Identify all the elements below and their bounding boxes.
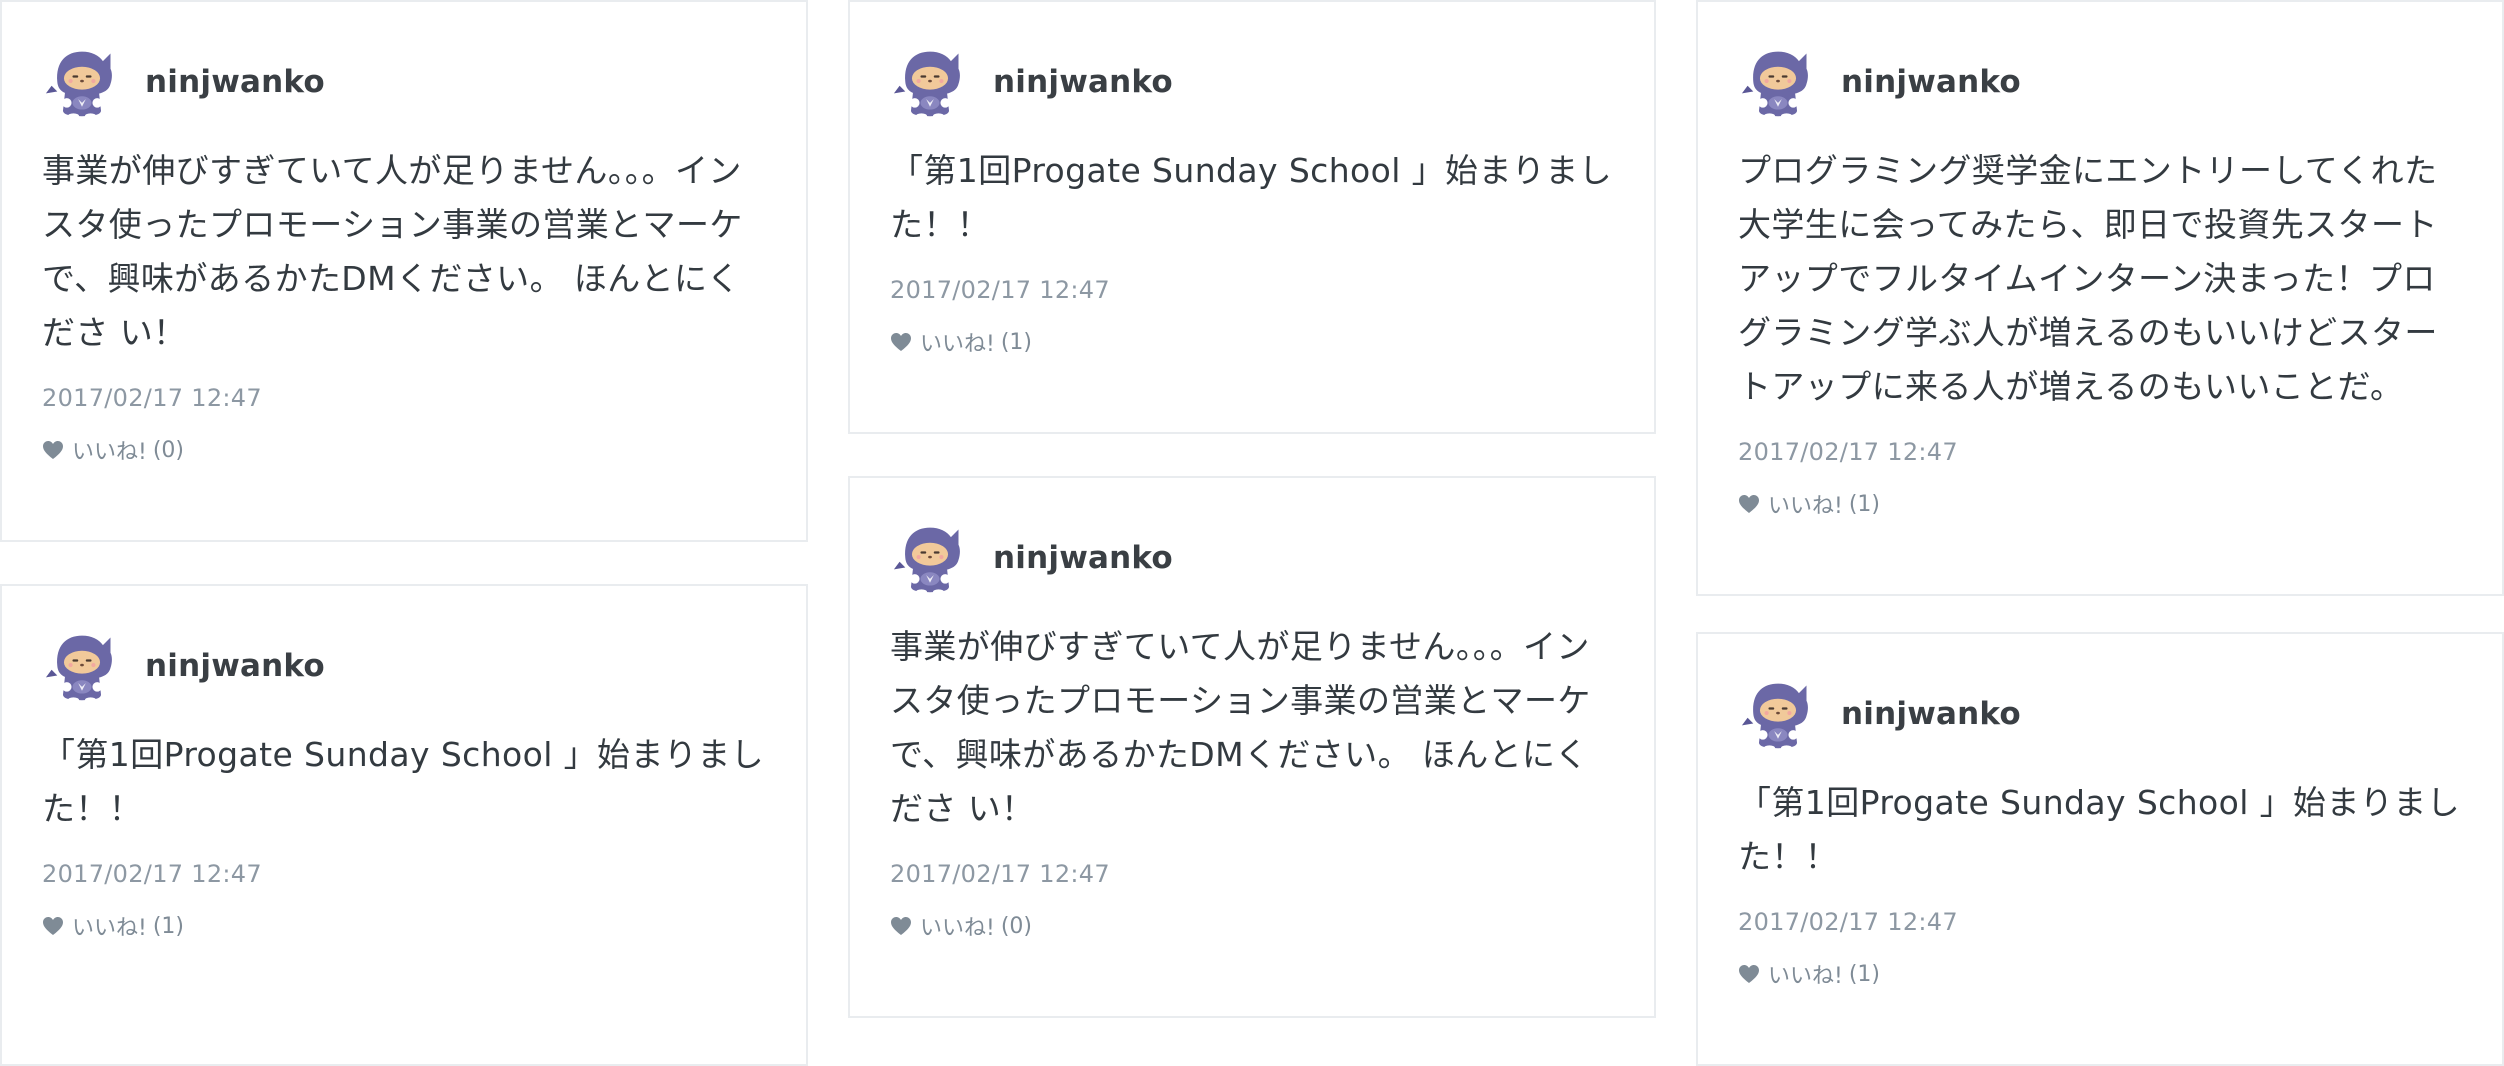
like-button[interactable]: いいね! (0) [890, 910, 1614, 942]
ninja-dog-avatar-icon[interactable] [44, 44, 120, 120]
post-timestamp: 2017/02/17 12:47 [42, 384, 262, 412]
post-header: ninjwanko [1740, 40, 2462, 124]
post-header: ninjwanko [892, 40, 1614, 124]
like-label: いいね! [920, 916, 995, 941]
post-card: ninjwanko 「第1回Progate Sunday School 」始まり… [0, 584, 808, 1066]
ninja-dog-avatar-icon[interactable] [1740, 44, 1816, 120]
ninja-dog-avatar-icon[interactable] [1740, 676, 1816, 752]
post-timestamp: 2017/02/17 12:47 [42, 860, 262, 888]
post-card: ninjwanko 「第1回Progate Sunday School 」始まり… [848, 0, 1656, 434]
post-header: ninjwanko [44, 40, 766, 124]
like-count: (1) [1848, 491, 1880, 517]
username-link[interactable]: ninjwanko [993, 64, 1173, 100]
like-button[interactable]: いいね! (1) [890, 326, 1614, 358]
like-label: いいね! [72, 916, 147, 941]
post-text: 事業が伸びすぎていて人が足りません。。。インスタ使ったプロモーション事業の営業と… [890, 627, 1591, 828]
like-button[interactable]: いいね! (1) [1738, 958, 2462, 990]
post-card: ninjwanko プログラミング奨学金にエントリーしてくれた大学生に会ってみた… [1696, 0, 2504, 596]
like-label: いいね! [1768, 494, 1843, 519]
heart-icon [890, 332, 912, 352]
post-text: プログラミング奨学金にエントリーしてくれた大学生に会ってみたら、即日で投資先スタ… [1738, 151, 2438, 406]
post-text: 「第1回Progate Sunday School 」始まりました！！ [42, 735, 765, 828]
post-header: ninjwanko [892, 516, 1614, 600]
ninja-dog-avatar-icon[interactable] [892, 520, 968, 596]
post-timestamp: 2017/02/17 12:47 [890, 276, 1110, 304]
post-header: ninjwanko [1740, 672, 2462, 756]
like-label: いいね! [1768, 964, 1843, 989]
heart-icon [1738, 964, 1760, 984]
like-count: (0) [152, 437, 184, 463]
username-link[interactable]: ninjwanko [145, 64, 325, 100]
like-count: (1) [1000, 329, 1032, 355]
ninja-dog-avatar-icon[interactable] [892, 44, 968, 120]
heart-icon [890, 916, 912, 936]
like-label: いいね! [920, 332, 995, 357]
like-button[interactable]: いいね! (0) [42, 434, 766, 466]
post-timestamp: 2017/02/17 12:47 [1738, 908, 1958, 936]
post-card: ninjwanko 「第1回Progate Sunday School 」始まり… [1696, 632, 2504, 1066]
like-count: (0) [1000, 913, 1032, 939]
username-link[interactable]: ninjwanko [993, 540, 1173, 576]
post-card: ninjwanko 事業が伸びすぎていて人が足りません。。。インスタ使ったプロモ… [848, 476, 1656, 1018]
username-link[interactable]: ninjwanko [1841, 696, 2021, 732]
ninja-dog-avatar-icon[interactable] [44, 628, 120, 704]
like-button[interactable]: いいね! (1) [42, 910, 766, 942]
post-card: ninjwanko 事業が伸びすぎていて人が足りません。。。インスタ使ったプロモ… [0, 0, 808, 542]
post-text: 「第1回Progate Sunday School 」始まりました！！ [1738, 783, 2461, 876]
username-link[interactable]: ninjwanko [145, 648, 325, 684]
heart-icon [42, 916, 64, 936]
username-link[interactable]: ninjwanko [1841, 64, 2021, 100]
post-timestamp: 2017/02/17 12:47 [890, 860, 1110, 888]
heart-icon [1738, 494, 1760, 514]
like-count: (1) [152, 913, 184, 939]
post-text: 「第1回Progate Sunday School 」始まりました！！ [890, 151, 1613, 244]
like-label: いいね! [72, 440, 147, 465]
post-timestamp: 2017/02/17 12:47 [1738, 438, 1958, 466]
like-count: (1) [1848, 961, 1880, 987]
post-text: 事業が伸びすぎていて人が足りません。。。インスタ使ったプロモーション事業の営業と… [42, 151, 743, 352]
heart-icon [42, 440, 64, 460]
post-header: ninjwanko [44, 624, 766, 708]
like-button[interactable]: いいね! (1) [1738, 488, 2462, 520]
